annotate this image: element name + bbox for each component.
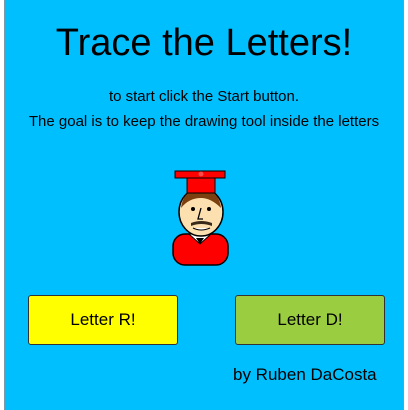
letter-r-button[interactable]: Letter R! (28, 295, 178, 345)
instruction-start: to start click the Start button. (108, 88, 300, 105)
instruction-goal: The goal is to keep the drawing tool ins… (28, 113, 380, 130)
page-title: Trace the Letters! (55, 22, 353, 64)
game-stage: Trace the Letters! to start click the St… (4, 0, 404, 410)
graduate-character-icon (172, 170, 229, 266)
author-credit: by Ruben DaCosta (233, 365, 377, 384)
letter-d-button[interactable]: Letter D! (235, 295, 385, 345)
